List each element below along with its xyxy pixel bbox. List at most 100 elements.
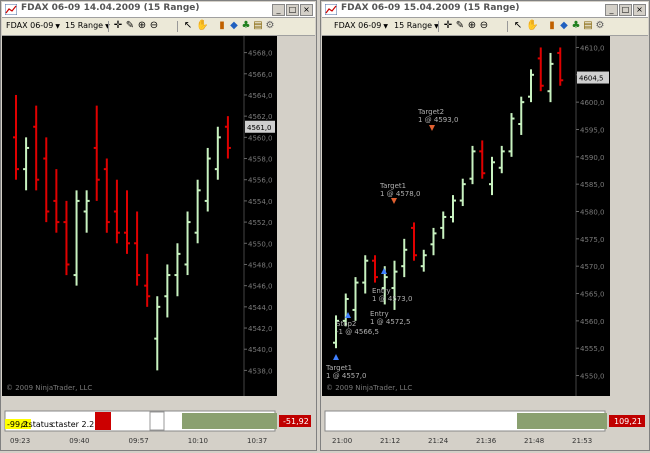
close-button[interactable]: × <box>300 4 313 16</box>
y-tick-label: 4564,0 <box>248 92 273 100</box>
chart-svg-left[interactable]: 4568,0 4566,0 4564,0 4562,0 4560,0 4558,0 4556… <box>2 36 277 396</box>
period-selector[interactable]: 15 Range▼ <box>65 20 110 32</box>
price-bar <box>420 249 427 272</box>
save-icon[interactable]: ▤ <box>582 20 594 32</box>
y-tick-label: 4565,0 <box>580 291 605 299</box>
chart-footer: 109,21 21:00 21:12 21:24 21:36 21:48 21:53 <box>322 409 648 449</box>
zoom-out-icon[interactable]: ⊖ <box>478 20 490 32</box>
arrow-down-icon <box>429 125 435 131</box>
zoom-in-icon[interactable]: ⊕ <box>466 20 478 32</box>
chart-footer: -99,2 ctstatus ctaster 2.2 -51,92 09:23 0… <box>2 409 315 449</box>
mini-chart-panel <box>517 413 607 429</box>
y-tick-label: 4562,0 <box>248 113 273 121</box>
trade-marker-label: Entry <box>372 287 391 295</box>
title-bar[interactable]: FDAX 06-09 14.04.2009 (15 Range) _ □ × <box>2 2 315 18</box>
cursor-icon[interactable]: ↖ <box>512 20 524 32</box>
trade-marker: Stop2-1 @ 4566,5 <box>333 320 379 360</box>
period-label: 15 Range <box>394 21 433 30</box>
instrument-label: FDAX 06-09 <box>6 21 54 30</box>
close-button[interactable]: × <box>633 4 646 16</box>
pnl-value: 109,21 <box>614 417 642 426</box>
hand-icon[interactable]: ✋ <box>526 20 538 32</box>
x-tick-label: 21:12 <box>380 437 400 445</box>
trade-marker-label: Target1 <box>379 182 406 190</box>
x-tick-label: 10:10 <box>188 437 208 445</box>
copyright-text: © 2009 NinjaTrader, LLC <box>6 384 92 392</box>
strategy-icon[interactable]: ♣ <box>240 20 252 32</box>
x-tick-label: 10:37 <box>247 437 267 445</box>
crosshair-icon[interactable]: ✛ <box>112 20 124 32</box>
chart-icon <box>325 4 337 15</box>
y-tick-label: 4552,0 <box>248 219 273 227</box>
pencil-icon[interactable]: ✎ <box>454 20 466 32</box>
price-bar <box>174 243 181 297</box>
bar-type-icon[interactable]: ▮ <box>216 20 228 32</box>
price-chart-right[interactable]: 4610,04605,04600,04595,04590,04585,04580… <box>322 36 610 396</box>
trade-marker-text: 1 @ 4578,0 <box>380 190 420 198</box>
maximize-button[interactable]: □ <box>286 4 299 16</box>
chart-window-right: FDAX 06-09 15.04.2009 (15 Range) _ □ × FDA… <box>320 0 650 451</box>
trade-marker-label: Target1 <box>325 364 352 372</box>
cursor-icon[interactable]: ↖ <box>182 20 194 32</box>
crosshair-icon[interactable]: ✛ <box>442 20 454 32</box>
price-bar <box>184 211 191 276</box>
price-bar <box>518 96 525 135</box>
period-selector[interactable]: 15 Range▼ <box>394 20 439 32</box>
arrow-up-icon <box>333 354 339 360</box>
y-tick-label: 4560,0 <box>580 318 605 326</box>
price-bar <box>73 190 80 286</box>
instrument-label: FDAX 06-09 <box>334 21 382 30</box>
trade-marker-text: 1 @ 4572,5 <box>370 318 410 326</box>
chevron-down-icon: ▼ <box>55 23 60 30</box>
save-icon[interactable]: ▤ <box>252 20 264 32</box>
price-bar <box>508 113 515 157</box>
y-tick-label: 4554,0 <box>248 198 273 206</box>
price-bar <box>224 116 231 159</box>
price-bar <box>214 126 221 180</box>
chart-window-left: FDAX 06-09 14.04.2009 (15 Range) _ □ × FDA… <box>0 0 317 451</box>
indicator-icon[interactable]: ◆ <box>228 20 240 32</box>
price-bar <box>459 178 466 207</box>
properties-icon[interactable]: ⚙ <box>264 20 276 32</box>
arrow-up-icon <box>381 268 387 274</box>
instrument-selector[interactable]: FDAX 06-09 ▼ <box>6 20 60 32</box>
price-bar <box>164 264 171 318</box>
y-tick-label: 4542,0 <box>248 325 273 333</box>
title-bar[interactable]: FDAX 06-09 15.04.2009 (15 Range) _ □ × <box>322 2 648 18</box>
zoom-in-icon[interactable]: ⊕ <box>136 20 148 32</box>
price-bar <box>204 147 211 212</box>
chevron-down-icon: ▼ <box>383 23 388 30</box>
price-bar <box>498 145 505 174</box>
maximize-button[interactable]: □ <box>619 4 632 16</box>
bar-type-icon[interactable]: ▮ <box>546 20 558 32</box>
properties-icon[interactable]: ⚙ <box>594 20 606 32</box>
y-tick-label: 4566,0 <box>248 71 273 79</box>
period-label: 15 Range <box>65 21 104 30</box>
price-chart-left[interactable]: 4568,0 4566,0 4564,0 4562,0 4560,0 4558,0 4556… <box>2 36 277 396</box>
chart-toolbar: FDAX 06-09▼ 15 Range▼ ✛ ✎ ⊕ ⊖ ↖ ✋ ▮ ◆ ♣ … <box>2 18 315 36</box>
price-bar <box>103 158 110 233</box>
zoom-out-icon[interactable]: ⊖ <box>148 20 160 32</box>
chart-toolbar: FDAX 06-09▼ 15 Range▼ ✛ ✎ ⊕ ⊖ ↖ ✋ ▮ ◆ ♣ … <box>322 18 648 36</box>
pencil-icon[interactable]: ✎ <box>124 20 136 32</box>
instrument-selector[interactable]: FDAX 06-09 ▼ <box>334 20 388 32</box>
price-bar <box>479 140 486 179</box>
y-tick-label: 4585,0 <box>580 181 605 189</box>
minimize-button[interactable]: _ <box>605 4 618 16</box>
y-tick-label: 4568,0 <box>248 50 273 58</box>
x-tick-label: 09:23 <box>10 437 30 445</box>
y-tick-label: 4575,0 <box>580 236 605 244</box>
x-tick-label: 21:36 <box>476 437 497 445</box>
trade-marker: Entry1 @ 4573,0 <box>372 268 412 303</box>
hand-icon[interactable]: ✋ <box>196 20 208 32</box>
chart-svg-right[interactable]: 4610,04605,04600,04595,04590,04585,04580… <box>322 36 610 396</box>
indicator-icon[interactable]: ◆ <box>558 20 570 32</box>
x-tick-label: 09:40 <box>69 437 89 445</box>
y-tick-label: 4556,0 <box>248 177 273 185</box>
strategy-icon[interactable]: ♣ <box>570 20 582 32</box>
price-bar <box>63 200 70 276</box>
minimize-button[interactable]: _ <box>272 4 285 16</box>
price-bar <box>537 47 544 92</box>
y-tick-label: 4550,0 <box>248 240 273 248</box>
price-bar <box>489 156 495 196</box>
